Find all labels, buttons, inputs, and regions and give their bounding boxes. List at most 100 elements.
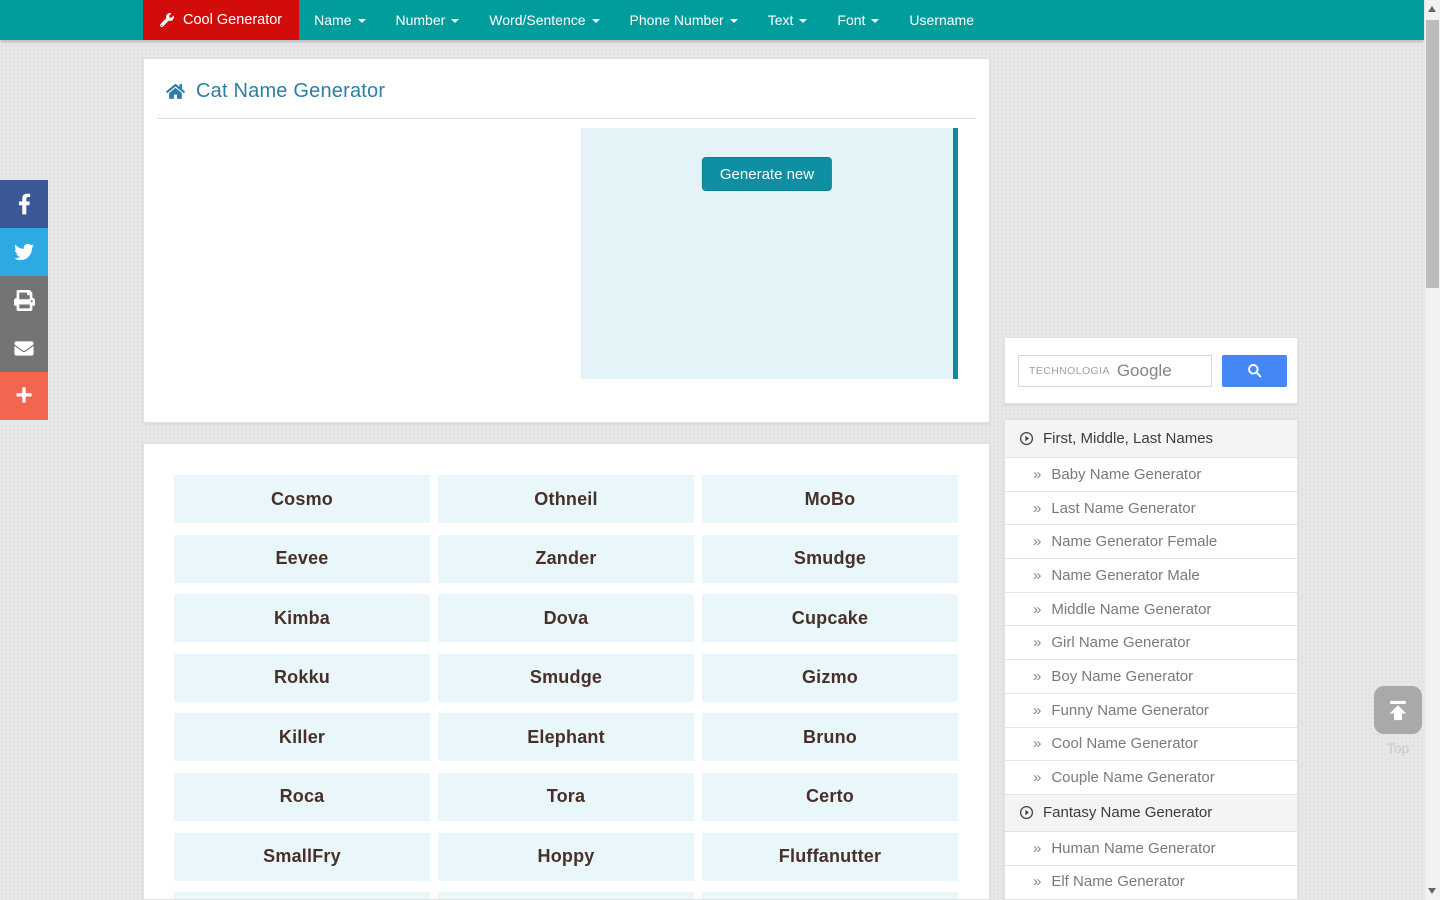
nav-item-text[interactable]: Text [753,0,823,40]
sidebar-item-name-generator-male[interactable]: » Name Generator Male [1005,558,1297,592]
envelope-icon [13,339,35,358]
name-cell: Eevee [174,535,430,583]
search-input[interactable]: TECHNOLOGIA Google [1018,355,1212,387]
double-chevron-icon: » [1033,567,1041,584]
nav-item-number[interactable]: Number [381,0,475,40]
name-cell [438,892,694,900]
arrow-to-top-icon [1384,696,1412,724]
sidebar-item-middle-name-generator[interactable]: » Middle Name Generator [1005,592,1297,626]
circle-arrow-right-icon [1019,431,1034,446]
caret-down-icon [871,19,879,23]
double-chevron-icon: » [1033,533,1041,550]
double-chevron-icon: » [1033,873,1041,890]
name-cell: Roca [174,773,430,821]
name-cell: MoBo [702,475,958,523]
search-watermark-engine: TECHNOLOGIA [1029,365,1110,377]
sidebar-item-last-name-generator[interactable]: » Last Name Generator [1005,491,1297,525]
name-cell: Zander [438,535,694,583]
nav-item-font[interactable]: Font [822,0,894,40]
name-cell: Cosmo [174,475,430,523]
top-navbar: Cool Generator Name Number Word/Sentence… [0,0,1424,40]
nav-item-word-sentence[interactable]: Word/Sentence [474,0,614,40]
generated-names-card: Cosmo Othneil MoBo Eevee Zander Smudge K… [143,443,990,900]
sidebar-item-girl-name-generator[interactable]: » Girl Name Generator [1005,625,1297,659]
caret-down-icon [730,19,738,23]
double-chevron-icon: » [1033,668,1041,685]
caret-down-icon [451,19,459,23]
name-cell: Smudge [702,535,958,583]
scrollbar-thumb[interactable] [1426,20,1439,288]
name-cell: Kimba [174,594,430,642]
name-cell: Certo [702,773,958,821]
page-title: Cat Name Generator [196,80,385,103]
double-chevron-icon: » [1033,601,1041,618]
names-grid: Cosmo Othneil MoBo Eevee Zander Smudge K… [144,444,989,900]
generator-card: Cat Name Generator Generate new [143,58,990,423]
email-share-button[interactable] [0,324,48,372]
nav-item-phone-number[interactable]: Phone Number [615,0,753,40]
name-cell [702,892,958,900]
name-cell: Othneil [438,475,694,523]
name-cell: Gizmo [702,654,958,702]
browser-scrollbar[interactable] [1424,0,1440,900]
name-cell: Fluffanutter [702,833,958,881]
name-cell [174,892,430,900]
brand-cool-generator[interactable]: Cool Generator [143,0,299,40]
brand-label: Cool Generator [183,12,282,28]
scrollbar-up-arrow[interactable] [1428,6,1436,12]
name-cell: Elephant [438,713,694,761]
facebook-share-button[interactable] [0,180,48,228]
name-cell: Hoppy [438,833,694,881]
name-cell: Killer [174,713,430,761]
back-to-top-label: Top [1374,740,1422,756]
sidebar-item-boy-name-generator[interactable]: » Boy Name Generator [1005,659,1297,693]
name-cell: Cupcake [702,594,958,642]
double-chevron-icon: » [1033,840,1041,857]
generator-links-card: First, Middle, Last Names » Baby Name Ge… [1004,419,1298,900]
caret-down-icon [358,19,366,23]
caret-down-icon [799,19,807,23]
twitter-share-button[interactable] [0,228,48,276]
more-share-button[interactable]: + [0,372,48,420]
name-cell: Rokku [174,654,430,702]
sidebar-item-cool-name-generator[interactable]: » Cool Name Generator [1005,727,1297,761]
name-cell: Tora [438,773,694,821]
name-cell: Dova [438,594,694,642]
generator-panel: Generate new [581,128,958,379]
double-chevron-icon: » [1033,735,1041,752]
sidebar-item-human-name-generator[interactable]: » Human Name Generator [1005,831,1297,865]
divider [157,118,976,119]
page-title-row: Cat Name Generator [144,59,989,118]
sidebar-item-couple-name-generator[interactable]: » Couple Name Generator [1005,760,1297,794]
google-search-card: TECHNOLOGIA Google [1004,337,1298,404]
sidebar-header-fantasy-name-generator[interactable]: Fantasy Name Generator [1005,794,1297,831]
plus-icon: + [15,381,33,411]
sidebar-item-name-generator-female[interactable]: » Name Generator Female [1005,524,1297,558]
search-icon [1247,363,1263,379]
google-logo-watermark: Google [1117,361,1172,381]
name-cell: Smudge [438,654,694,702]
back-to-top-button[interactable] [1374,686,1422,734]
home-icon [166,83,185,100]
social-share-bar: + [0,180,48,420]
printer-icon [14,290,35,311]
double-chevron-icon: » [1033,466,1041,483]
circle-arrow-right-icon [1019,805,1034,820]
nav-item-name[interactable]: Name [299,0,380,40]
print-button[interactable] [0,276,48,324]
wrench-icon [160,13,174,27]
double-chevron-icon: » [1033,500,1041,517]
search-button[interactable] [1222,355,1287,387]
twitter-icon [12,242,36,262]
sidebar-item-baby-name-generator[interactable]: » Baby Name Generator [1005,457,1297,491]
name-cell: SmallFry [174,833,430,881]
nav-item-username[interactable]: Username [894,0,989,40]
sidebar-item-funny-name-generator[interactable]: » Funny Name Generator [1005,693,1297,727]
sidebar-header-first-middle-last[interactable]: First, Middle, Last Names [1005,420,1297,457]
name-cell: Bruno [702,713,958,761]
caret-down-icon [592,19,600,23]
sidebar-item-elf-name-generator[interactable]: » Elf Name Generator [1005,865,1297,899]
generate-new-button[interactable]: Generate new [702,157,832,191]
scrollbar-down-arrow[interactable] [1428,888,1436,894]
double-chevron-icon: » [1033,634,1041,651]
